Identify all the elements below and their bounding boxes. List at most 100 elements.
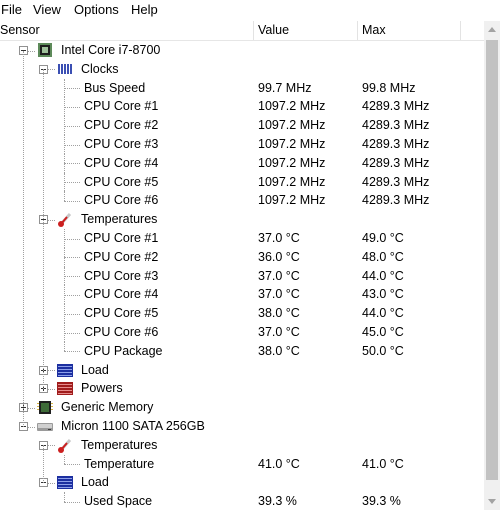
tree-guide-line — [64, 144, 80, 146]
tree-row[interactable]: Bus Speed 99.7 MHz 99.8 MHz — [0, 78, 484, 98]
sensor-max: 99.8 MHz — [362, 80, 416, 95]
sensor-label: CPU Core #5 — [84, 306, 159, 321]
sensor-label: Powers — [81, 381, 123, 396]
tree-row[interactable]: CPU Core #4 37.0 °C 43.0 °C — [0, 285, 484, 305]
sensor-label: CPU Core #2 — [84, 249, 159, 264]
tree-guide-line — [64, 276, 80, 278]
tree-row[interactable]: CPU Core #5 38.0 °C 44.0 °C — [0, 304, 484, 323]
sensor-max: 50.0 °C — [362, 343, 404, 358]
tree-row[interactable]: Temperatures — [0, 436, 484, 455]
tree-guide-line — [64, 341, 65, 352]
tree-guide-line — [43, 445, 44, 483]
sensor-max: 4289.3 MHz — [362, 137, 430, 151]
tree-row[interactable]: Micron 1100 SATA 256GB — [0, 417, 484, 436]
tree-row[interactable]: CPU Core #2 1097.2 MHz 4289.3 MHz — [0, 116, 484, 135]
tree-guide-line — [64, 125, 80, 127]
tree-guide-line — [64, 88, 80, 90]
sensor-label: Generic Memory — [61, 400, 154, 415]
menu-file[interactable]: File — [1, 2, 22, 17]
sensor-max: 44.0 °C — [362, 306, 404, 321]
tree-guide-line — [64, 313, 80, 315]
tree-guide-line — [64, 191, 65, 201]
sensor-max: 4289.3 MHz — [362, 99, 430, 114]
tree-row[interactable]: Generic Memory — [0, 398, 484, 417]
tree-guide-line — [43, 69, 44, 389]
sensor-label: Load — [81, 475, 109, 490]
sensor-label: Temperatures — [81, 437, 158, 452]
column-header-sensor[interactable]: Sensor — [0, 23, 40, 38]
sensor-label: CPU Core #6 — [84, 193, 159, 208]
tree-row[interactable]: Clocks — [0, 60, 484, 79]
column-header-max[interactable]: Max — [362, 23, 386, 38]
sensor-label: Temperatures — [81, 212, 158, 227]
sensor-value: 37.0 °C — [258, 231, 300, 245]
tree-guide-line — [64, 323, 65, 342]
tree-row[interactable]: CPU Core #3 1097.2 MHz 4289.3 MHz — [0, 135, 484, 154]
column-separator[interactable] — [253, 21, 254, 40]
menu-bar: File View Options Help — [0, 0, 500, 19]
vertical-scrollbar[interactable] — [484, 21, 500, 510]
tree-row[interactable]: CPU Package 38.0 °C 50.0 °C — [0, 341, 484, 361]
tree-guide-line — [64, 106, 80, 108]
tree-row[interactable]: Intel Core i7-8700 — [0, 41, 484, 60]
tree-guide-line — [64, 78, 65, 98]
sensor-label: CPU Core #3 — [84, 137, 159, 151]
tree-guide-line — [64, 257, 80, 259]
tree-row[interactable]: CPU Core #5 1097.2 MHz 4289.3 MHz — [0, 172, 484, 192]
tree-row[interactable]: Temperature 41.0 °C 41.0 °C — [0, 454, 484, 474]
sensor-value: 37.0 °C — [258, 287, 300, 302]
tree-guide-line — [64, 172, 65, 192]
column-header-value[interactable]: Value — [258, 23, 289, 38]
sensor-label: CPU Core #5 — [84, 174, 159, 189]
tree-guide-line — [64, 351, 80, 353]
tree-row[interactable]: Load — [0, 361, 484, 380]
scroll-up-arrow-icon[interactable] — [484, 21, 500, 38]
scrollbar-thumb[interactable] — [486, 40, 498, 480]
column-header: Sensor Value Max — [0, 21, 484, 41]
tree-guide-line — [64, 135, 65, 154]
tree-guide-line — [64, 266, 65, 286]
tree-row[interactable]: Powers — [0, 379, 484, 398]
sensor-label: Temperature — [84, 456, 155, 471]
sensor-value: 38.0 °C — [258, 343, 300, 358]
tree-guide-line — [64, 454, 65, 465]
tree-row[interactable]: CPU Core #1 37.0 °C 49.0 °C — [0, 229, 484, 248]
sensor-label: Intel Core i7-8700 — [61, 43, 161, 57]
sensor-max: 41.0 °C — [362, 456, 404, 471]
load-bars-icon — [57, 363, 73, 378]
sensor-value: 39.3 % — [258, 494, 297, 509]
column-separator[interactable] — [460, 21, 461, 40]
tree-guide-line — [64, 116, 65, 135]
memory-chip-icon — [37, 400, 53, 415]
load-bars-icon — [57, 475, 73, 490]
tree-row[interactable]: CPU Core #1 1097.2 MHz 4289.3 MHz — [0, 97, 484, 117]
sensor-value: 1097.2 MHz — [258, 155, 326, 170]
sensor-label: Load — [81, 362, 109, 377]
cpu-chip-icon — [37, 43, 53, 58]
tree-guide-line — [64, 97, 65, 117]
sensor-value: 99.7 MHz — [258, 80, 312, 95]
sensor-label: CPU Core #3 — [84, 268, 159, 283]
menu-help[interactable]: Help — [131, 2, 158, 17]
tree-guide-line — [64, 200, 80, 202]
tree-guide-line — [64, 332, 80, 334]
sensor-value: 1097.2 MHz — [258, 99, 326, 114]
column-separator[interactable] — [357, 21, 358, 40]
tree-row[interactable]: CPU Core #2 36.0 °C 48.0 °C — [0, 247, 484, 267]
sensor-label: CPU Package — [84, 343, 163, 358]
tree-row[interactable]: CPU Core #6 37.0 °C 45.0 °C — [0, 323, 484, 342]
sensor-value: 1097.2 MHz — [258, 193, 326, 208]
menu-view[interactable]: View — [33, 2, 61, 17]
tree-row[interactable]: CPU Core #4 1097.2 MHz 4289.3 MHz — [0, 153, 484, 173]
tree-guide-line — [64, 304, 65, 323]
scroll-down-arrow-icon[interactable] — [484, 493, 500, 510]
sensor-max: 39.3 % — [362, 494, 401, 509]
tree-row[interactable]: Temperatures — [0, 210, 484, 229]
tree-guide-line — [64, 464, 80, 466]
tree-row[interactable]: Load — [0, 473, 484, 492]
menu-options[interactable]: Options — [74, 2, 119, 17]
tree-row[interactable]: CPU Core #3 37.0 °C 44.0 °C — [0, 266, 484, 286]
tree-row[interactable]: Used Space 39.3 % 39.3 % — [0, 492, 484, 510]
sensor-value: 36.0 °C — [258, 249, 300, 264]
tree-row[interactable]: CPU Core #6 1097.2 MHz 4289.3 MHz — [0, 191, 484, 210]
